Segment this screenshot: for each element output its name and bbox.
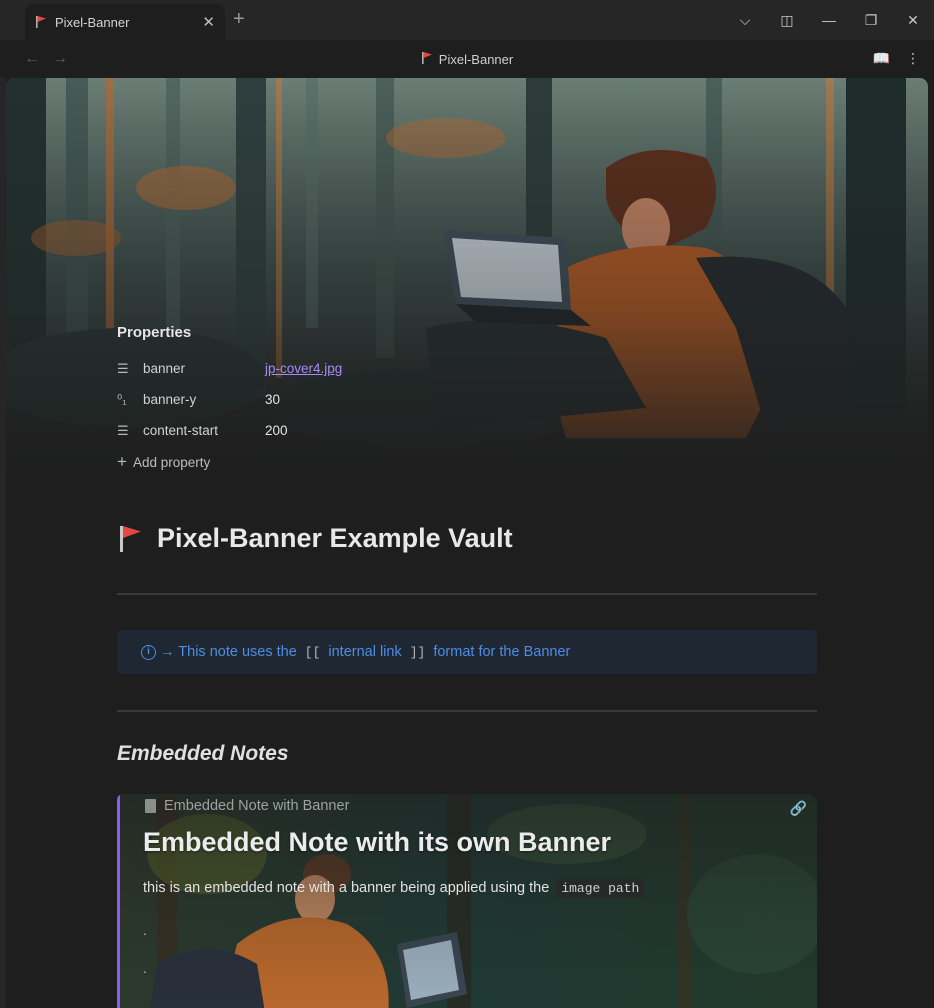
text-property-icon: ☰ (117, 360, 129, 376)
view-title-text: Pixel-Banner (438, 52, 514, 67)
property-key[interactable]: banner-y (143, 392, 265, 407)
list-dot: . (143, 960, 147, 976)
info-callout: i → This note uses the [[ internal link … (117, 630, 817, 674)
properties-heading[interactable]: Properties (117, 324, 717, 341)
view-header: ← → Pixel-Banner 📖 ⋮ (0, 40, 934, 78)
info-icon: i (141, 644, 156, 660)
view-actions: 📖 ⋮ (873, 50, 920, 67)
embed-title: Embedded Note with its own Banner (143, 827, 612, 857)
list-dot: . (143, 922, 147, 938)
text-property-icon: ☰ (117, 422, 129, 438)
property-row-banner-y[interactable]: ⁰₁ banner-y 30 (117, 384, 717, 415)
section-heading: Embedded Notes (117, 742, 289, 765)
tab-label: Pixel-Banner (55, 14, 130, 30)
minimize-button[interactable]: — (808, 0, 850, 40)
properties-panel: Properties ☰ banner jp-cover4.jpg ⁰₁ ban… (117, 324, 717, 472)
inline-code: image path (556, 879, 645, 898)
add-property-button[interactable]: + Add property (117, 452, 717, 472)
tab-pixel-banner[interactable]: Pixel-Banner ✕ (25, 4, 225, 40)
document-icon (145, 799, 156, 813)
callout-prefix: → This note uses the (160, 644, 297, 660)
embed-text: this is an embedded note with a banner b… (143, 880, 550, 896)
add-property-label: Add property (132, 454, 211, 470)
new-tab-button[interactable]: + (233, 9, 245, 29)
property-key[interactable]: content-start (143, 423, 265, 438)
embed-accent-bar (117, 794, 120, 1008)
close-tab-icon[interactable]: ✕ (202, 13, 215, 31)
number-property-icon: ⁰₁ (117, 391, 127, 407)
property-row-banner[interactable]: ☰ banner jp-cover4.jpg (117, 353, 717, 384)
property-row-content-start[interactable]: ☰ content-start 200 (117, 415, 717, 446)
sidebar-toggle-icon[interactable]: ◫ (766, 0, 808, 40)
title-bar: Pixel-Banner ✕ + ⌵ ◫ — ❐ ✕ (0, 0, 934, 40)
property-value-link[interactable]: jp-cover4.jpg (265, 361, 342, 376)
window-controls: ⌵ ◫ — ❐ ✕ (724, 0, 934, 40)
note-pane: Properties ☰ banner jp-cover4.jpg ⁰₁ ban… (6, 78, 928, 1008)
horizontal-rule (117, 710, 817, 712)
embed-body-text: this is an embedded note with a banner b… (143, 879, 645, 898)
property-value[interactable]: 200 (265, 423, 288, 438)
open-link-icon[interactable]: 🔗 (790, 800, 807, 817)
embedded-note[interactable]: Embedded Note with Banner 🔗 Embedded Not… (117, 794, 817, 1008)
property-value[interactable]: 30 (265, 392, 280, 407)
internal-link[interactable]: internal link (328, 644, 401, 660)
restore-button[interactable]: ❐ (850, 0, 892, 40)
embed-header-text: Embedded Note with Banner (164, 798, 350, 814)
flag-icon (421, 52, 432, 64)
embed-header[interactable]: Embedded Note with Banner (145, 798, 349, 814)
note-title-text: Pixel-Banner Example Vault (157, 523, 513, 553)
note-title: Pixel-Banner Example Vault (117, 523, 513, 554)
more-options-icon[interactable]: ⋮ (906, 50, 920, 67)
flag-icon (36, 16, 46, 28)
reading-view-icon[interactable]: 📖 (873, 50, 890, 67)
flag-icon (120, 525, 141, 552)
close-window-button[interactable]: ✕ (892, 0, 934, 40)
property-key[interactable]: banner (143, 361, 265, 376)
tab-list-dropdown-icon[interactable]: ⌵ (724, 0, 766, 40)
callout-suffix: format for the Banner (433, 644, 571, 660)
plus-icon: + (117, 452, 127, 471)
callout-code-open: [[ (304, 644, 321, 660)
view-title[interactable]: Pixel-Banner (0, 51, 934, 67)
horizontal-rule (117, 593, 817, 595)
callout-code-close: ]] (409, 644, 426, 660)
